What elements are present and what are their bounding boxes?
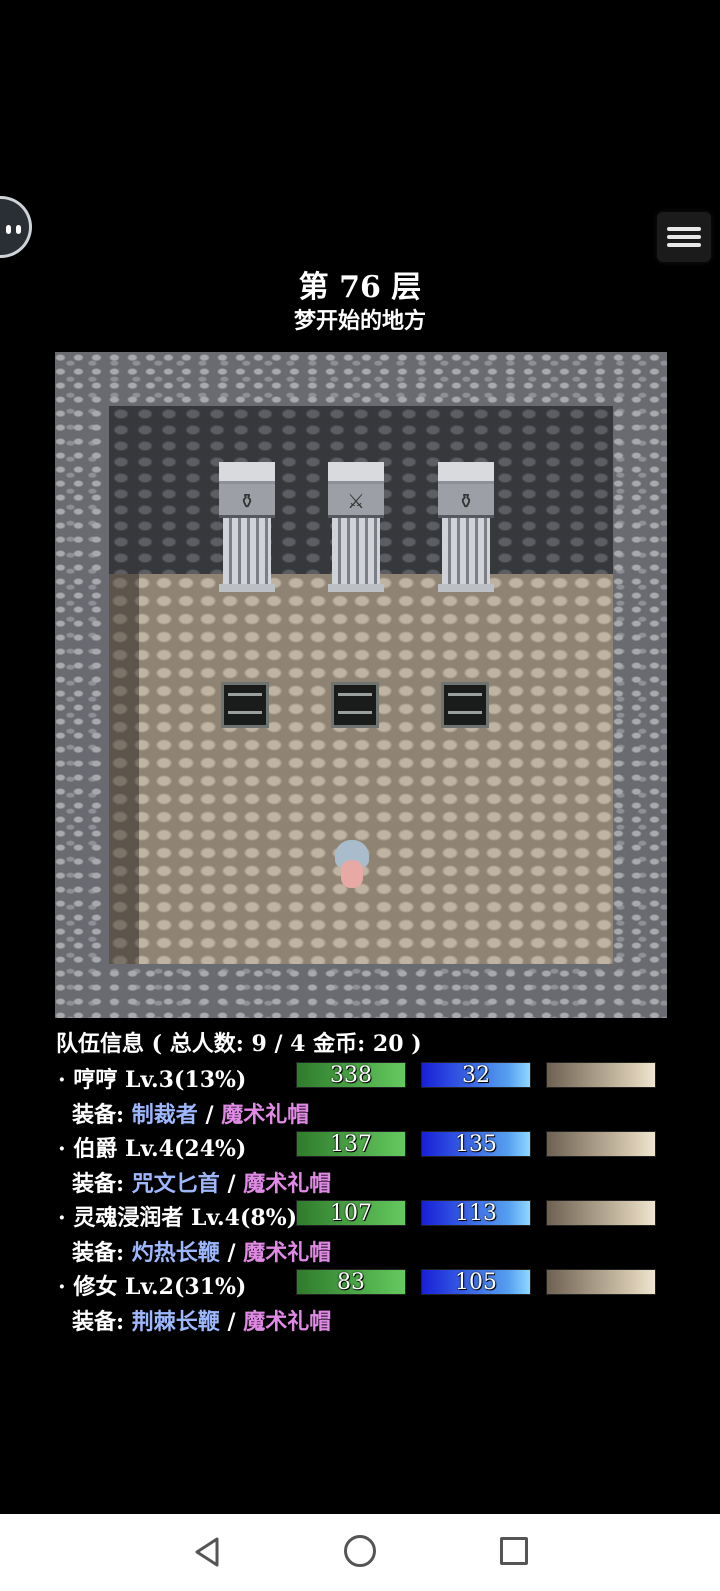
- member-name: · 哼哼 Lv.3(13%): [58, 1067, 247, 1093]
- exp-bar: [546, 1131, 656, 1157]
- member-name: · 灵魂浸润者 Lv.4(8%): [58, 1205, 298, 1231]
- shop-pedestal-center[interactable]: ⚔: [328, 462, 384, 592]
- armor-name: 魔术礼帽: [243, 1240, 332, 1266]
- member-equipment: 装备: 荆棘长鞭 / 魔术礼帽: [72, 1309, 332, 1335]
- home-icon[interactable]: [344, 1535, 376, 1567]
- armor-name: 魔术礼帽: [243, 1309, 332, 1335]
- floor-pit-left[interactable]: [221, 682, 269, 728]
- armor-name: 魔术礼帽: [243, 1171, 332, 1197]
- floor-title: 第 76 层: [298, 270, 422, 305]
- stone-floor: [109, 574, 613, 964]
- member-equipment: 装备: 灼热长鞭 / 魔术礼帽: [72, 1240, 332, 1266]
- hamburger-icon: [667, 227, 701, 231]
- bubble-eye-icon: [16, 225, 21, 234]
- shop-pedestal-left[interactable]: ⚱: [219, 462, 275, 592]
- system-nav-bar: [0, 1514, 720, 1591]
- floor-subtitle: 梦开始的地方: [293, 308, 426, 334]
- exp-bar: [546, 1062, 656, 1088]
- exp-bar: [546, 1200, 656, 1226]
- bubble-eye-icon: [6, 225, 11, 234]
- mp-bar: 113: [421, 1200, 531, 1226]
- weapon-name: 灼热长鞭: [131, 1240, 220, 1266]
- hp-bar: 338: [296, 1062, 406, 1088]
- party-info-header: 队伍信息 ( 总人数: 9 / 4 金币: 20 ): [56, 1031, 422, 1057]
- money-bag-icon: ⚱: [457, 489, 475, 513]
- member-name: · 修女 Lv.2(31%): [58, 1274, 247, 1300]
- member-equipment: 装备: 制裁者 / 魔术礼帽: [72, 1102, 310, 1128]
- player-character: [335, 840, 369, 890]
- sword-icon: ⚔: [347, 489, 365, 513]
- mp-bar: 105: [421, 1269, 531, 1295]
- floor-pit-center[interactable]: [331, 682, 379, 728]
- weapon-name: 制裁者: [131, 1102, 198, 1128]
- member-equipment: 装备: 咒文匕首 / 魔术礼帽: [72, 1171, 332, 1197]
- mp-bar: 32: [421, 1062, 531, 1088]
- recent-apps-icon[interactable]: [500, 1537, 528, 1565]
- game-map[interactable]: ⚱ ⚔ ⚱: [55, 352, 667, 1018]
- menu-button[interactable]: [657, 212, 711, 262]
- exp-bar: [546, 1269, 656, 1295]
- hp-bar: 107: [296, 1200, 406, 1226]
- money-bag-icon: ⚱: [238, 489, 256, 513]
- weapon-name: 荆棘长鞭: [131, 1309, 220, 1335]
- mp-bar: 135: [421, 1131, 531, 1157]
- back-icon[interactable]: [193, 1536, 221, 1568]
- shop-pedestal-right[interactable]: ⚱: [438, 462, 494, 592]
- floor-pit-right[interactable]: [441, 682, 489, 728]
- member-name: · 伯爵 Lv.4(24%): [58, 1136, 247, 1162]
- armor-name: 魔术礼帽: [221, 1102, 310, 1128]
- weapon-name: 咒文匕首: [131, 1171, 220, 1197]
- assistant-bubble[interactable]: [0, 196, 32, 258]
- hp-bar: 137: [296, 1131, 406, 1157]
- hp-bar: 83: [296, 1269, 406, 1295]
